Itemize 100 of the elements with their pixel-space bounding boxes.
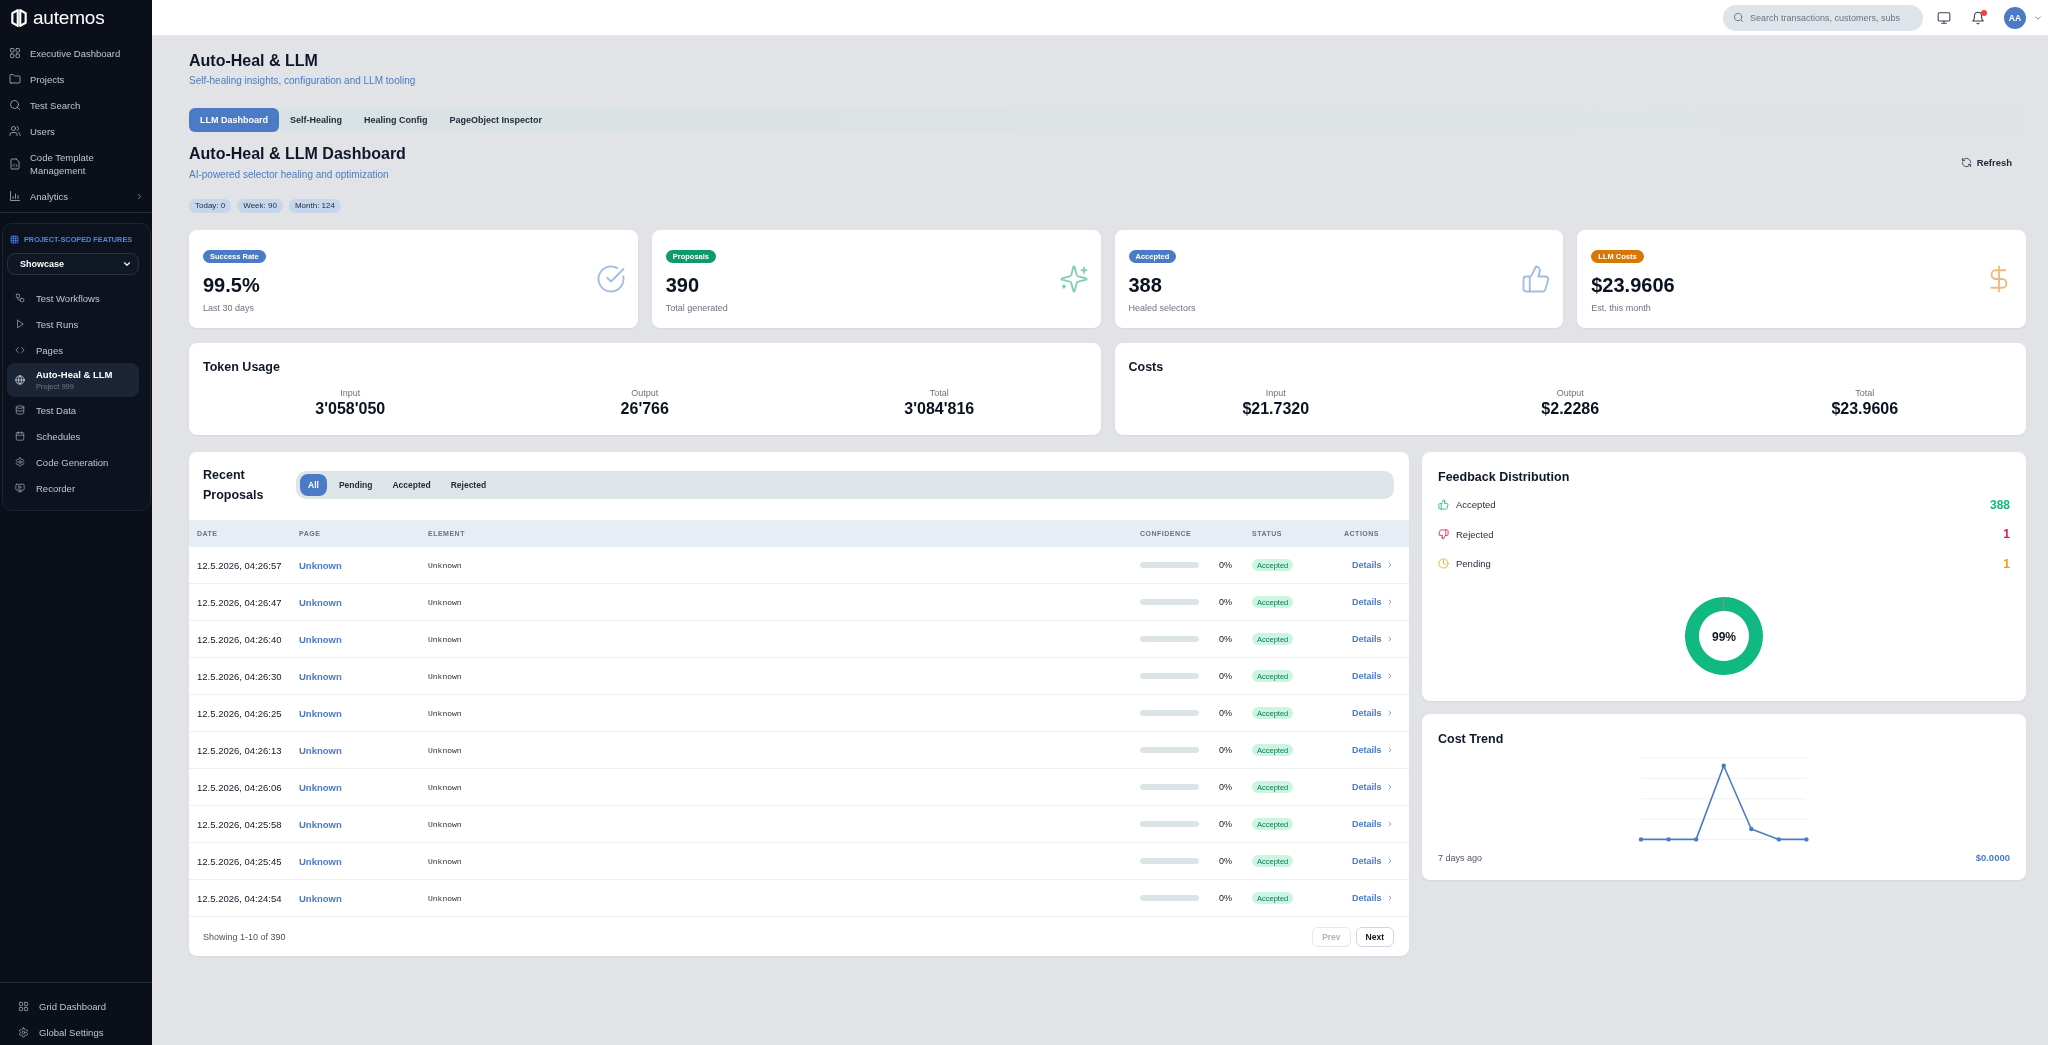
counter-chip: Today: 0 bbox=[189, 199, 232, 213]
table-cell: 12.5.2026, 04:26:57 bbox=[197, 559, 282, 571]
legend-count: 388 bbox=[1989, 497, 2010, 512]
details-link[interactable]: Details bbox=[1352, 560, 1394, 570]
table-cell: 12.5.2026, 04:26:47 bbox=[197, 596, 282, 608]
nav-item[interactable]: Test Workflows bbox=[7, 285, 139, 311]
nav-item[interactable]: Code Template Management bbox=[0, 144, 152, 183]
page-link[interactable]: Unknown bbox=[299, 744, 342, 756]
date-label: 7 days ago bbox=[1438, 851, 1483, 865]
details-link[interactable]: Details bbox=[1352, 708, 1394, 718]
chart-point bbox=[1721, 763, 1726, 768]
confidence-value: 0% bbox=[1218, 856, 1232, 866]
details-link[interactable]: Details bbox=[1352, 597, 1394, 607]
page-title: Auto-Heal & LLM bbox=[189, 51, 319, 71]
tab[interactable]: Self-Healing bbox=[279, 108, 354, 132]
tab[interactable]: LLM Dashboard bbox=[189, 108, 279, 132]
brand-name[interactable]: autemos bbox=[33, 7, 105, 29]
card-title: Costs bbox=[1128, 359, 1165, 376]
project-select[interactable]: Showcase bbox=[7, 253, 139, 275]
nav-item[interactable]: Users bbox=[0, 118, 152, 144]
nav-item[interactable]: Schedules bbox=[7, 423, 139, 449]
details-link[interactable]: Details bbox=[1352, 856, 1394, 866]
nav-item[interactable]: Analytics bbox=[0, 183, 152, 209]
page-link[interactable]: Unknown bbox=[299, 855, 342, 867]
pagination-button[interactable]: Next bbox=[1355, 926, 1394, 947]
chart-point bbox=[1666, 836, 1671, 842]
thumbs-up-icon bbox=[1438, 499, 1449, 511]
nav-item[interactable]: Code Generation bbox=[7, 449, 139, 475]
stat-value: 388 bbox=[1128, 272, 1163, 298]
table-cell: Unknown bbox=[428, 634, 462, 644]
card-title: Recent Proposals bbox=[203, 467, 265, 504]
filter-tab[interactable]: All bbox=[300, 474, 327, 496]
chart-point bbox=[1638, 836, 1644, 842]
details-link[interactable]: Details bbox=[1352, 745, 1394, 755]
details-link[interactable]: Details bbox=[1352, 634, 1394, 644]
filter-tab[interactable]: Accepted bbox=[384, 474, 439, 496]
nav-item[interactable]: Test Search bbox=[0, 92, 152, 118]
nav-item[interactable]: Pages bbox=[7, 337, 139, 363]
metric-label: Output bbox=[1555, 387, 1585, 399]
confidence-value: 0% bbox=[1218, 819, 1232, 829]
nav-item[interactable]: Grid Dashboard bbox=[0, 993, 152, 1019]
table-cell: 12.5.2026, 04:24:54 bbox=[197, 892, 282, 904]
page-link[interactable]: Unknown bbox=[299, 559, 342, 571]
stat-caption: Last 30 days bbox=[203, 301, 256, 314]
details-link[interactable]: Details bbox=[1352, 893, 1394, 903]
clock-icon bbox=[1438, 558, 1449, 570]
page-link[interactable]: Unknown bbox=[299, 670, 342, 682]
code-icon bbox=[15, 345, 25, 355]
nav-item[interactable]: Recorder bbox=[7, 475, 139, 501]
page-link[interactable]: Unknown bbox=[299, 781, 342, 793]
legend-label: Rejected bbox=[1456, 528, 1494, 540]
metric-value: 26'766 bbox=[619, 399, 670, 419]
nav-item[interactable]: Projects bbox=[0, 66, 152, 92]
search-icon bbox=[9, 99, 21, 111]
section-subtitle: AI-powered selector healing and optimization bbox=[189, 168, 390, 182]
user-avatar[interactable]: AA bbox=[2004, 6, 2026, 29]
chart-point bbox=[1693, 836, 1699, 842]
filter-tab[interactable]: Rejected bbox=[442, 474, 495, 496]
table-cell: 12.5.2026, 04:26:40 bbox=[197, 633, 282, 645]
nav-item[interactable]: Test Data bbox=[7, 397, 139, 423]
chart-point bbox=[1749, 826, 1754, 831]
tab[interactable]: PageObject Inspector bbox=[438, 108, 554, 132]
details-link[interactable]: Details bbox=[1352, 782, 1394, 792]
users-icon bbox=[9, 125, 21, 137]
table-cell: Unknown bbox=[428, 893, 462, 903]
page-link[interactable]: Unknown bbox=[299, 892, 342, 904]
nav-item[interactable]: Test Runs bbox=[7, 311, 139, 337]
legend-count: 1 bbox=[2003, 556, 2010, 571]
details-link[interactable]: Details bbox=[1352, 671, 1394, 681]
grid-icon bbox=[18, 1000, 29, 1012]
refresh-button[interactable]: Refresh bbox=[1952, 153, 2026, 172]
filter-tab[interactable]: Pending bbox=[330, 474, 381, 496]
cost-value: $0.0000 bbox=[1975, 850, 2010, 865]
card-title: Token Usage bbox=[203, 359, 281, 376]
folder-icon bbox=[9, 73, 21, 85]
confidence-value: 0% bbox=[1218, 597, 1232, 607]
confidence-value: 0% bbox=[1218, 671, 1232, 681]
counter-chip: Week: 90 bbox=[237, 199, 283, 213]
search-field[interactable]: Search transactions, customers, subs bbox=[1723, 4, 1923, 31]
chart-point bbox=[1804, 836, 1809, 842]
table-cell: Unknown bbox=[428, 856, 462, 866]
page-link[interactable]: Unknown bbox=[299, 707, 342, 719]
nav-item[interactable]: Global Settings bbox=[0, 1019, 152, 1045]
tab[interactable]: Healing Config bbox=[353, 108, 439, 132]
details-link[interactable]: Details bbox=[1352, 819, 1394, 829]
page-link[interactable]: Unknown bbox=[299, 818, 342, 830]
stat-value: 99.5% bbox=[203, 272, 261, 298]
chevron-icon[interactable] bbox=[135, 191, 144, 201]
nav-item[interactable]: Executive Dashboard bbox=[0, 40, 152, 66]
page-link[interactable]: Unknown bbox=[299, 596, 342, 608]
logo-icon[interactable] bbox=[9, 8, 29, 28]
monitor-icon[interactable] bbox=[1937, 10, 1951, 25]
card-title: Feedback Distribution bbox=[1438, 469, 1571, 486]
pagination-summary: Showing 1-10 of 390 bbox=[203, 931, 286, 942]
bell-icon[interactable] bbox=[1971, 10, 1985, 25]
metric-value: $23.9606 bbox=[1830, 399, 1900, 419]
table-cell: Unknown bbox=[428, 782, 462, 792]
file-code-icon bbox=[9, 157, 21, 170]
page-link[interactable]: Unknown bbox=[299, 633, 342, 645]
thumbs-down-icon bbox=[1438, 528, 1449, 540]
